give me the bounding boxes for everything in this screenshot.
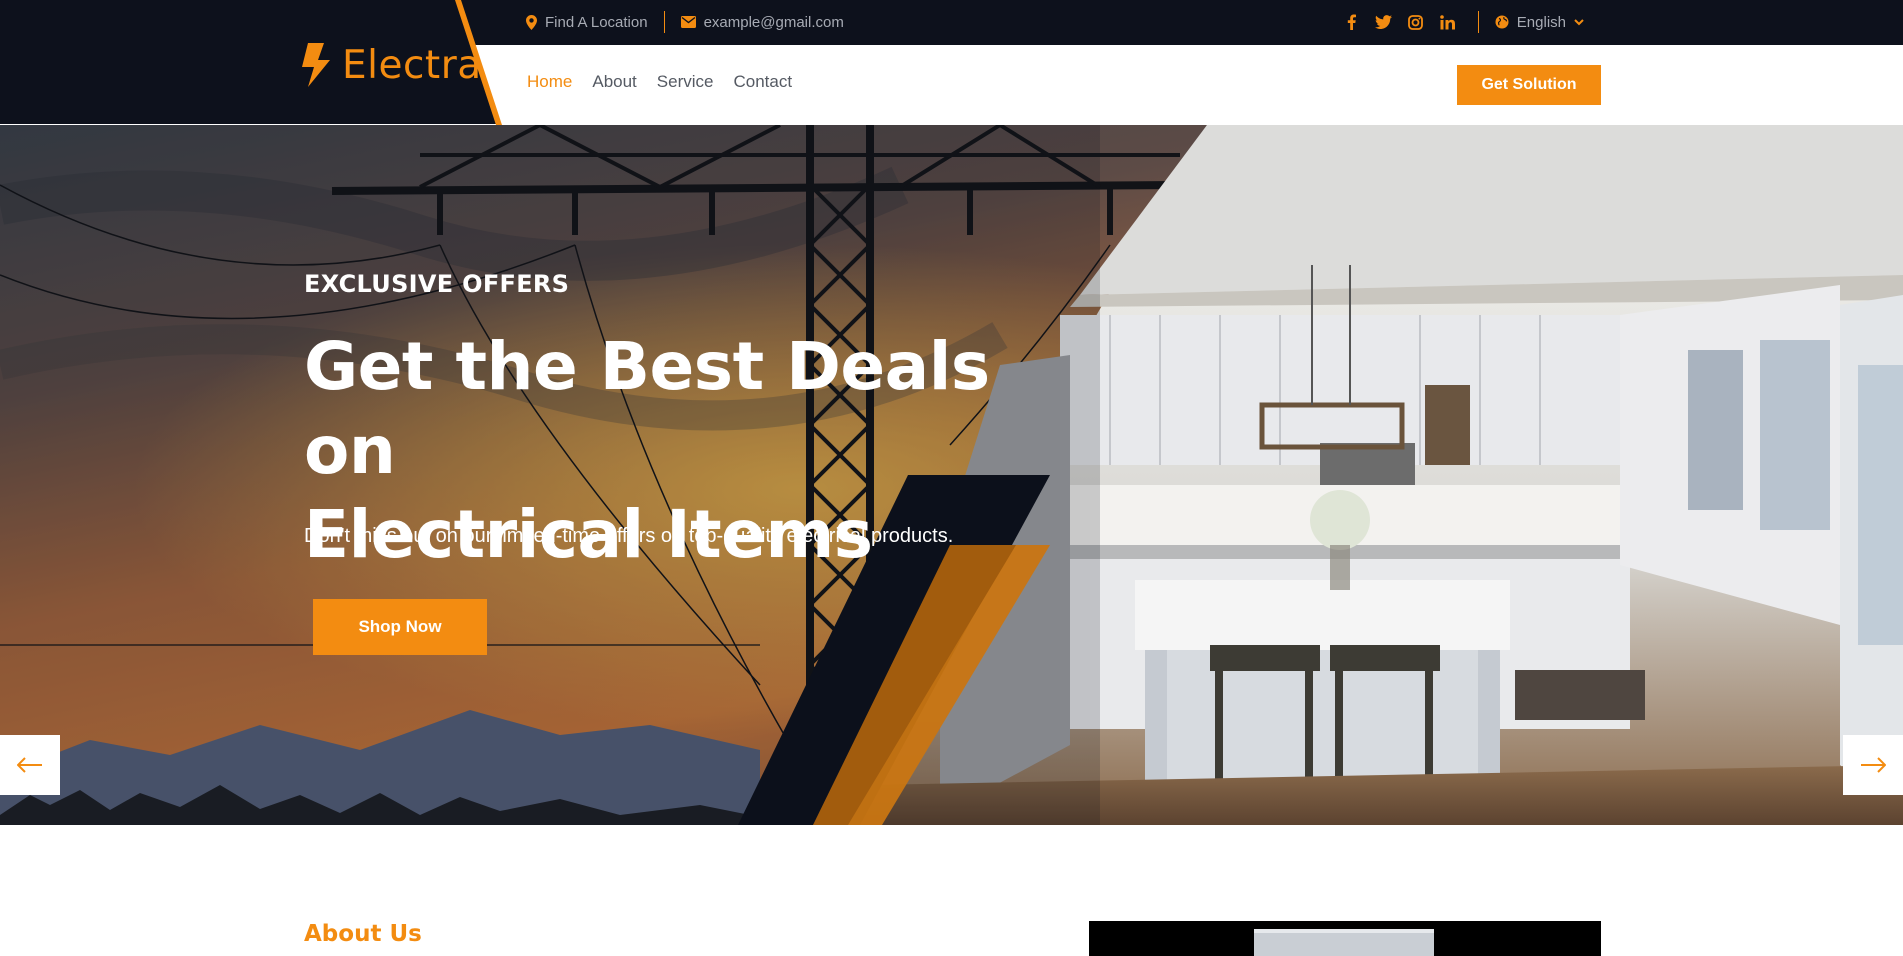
hero-content: EXCLUSIVE OFFERS Get the Best Deals on E… bbox=[304, 125, 1104, 825]
nav-service[interactable]: Service bbox=[657, 72, 714, 92]
shop-now-button[interactable]: Shop Now bbox=[313, 599, 487, 655]
hero-slider: EXCLUSIVE OFFERS Get the Best Deals on E… bbox=[0, 125, 1903, 825]
map-pin-icon bbox=[526, 14, 537, 30]
envelope-icon bbox=[680, 16, 696, 28]
about-image bbox=[1089, 921, 1601, 956]
logo[interactable]: Electra bbox=[302, 40, 482, 90]
lightning-bolt-icon bbox=[302, 43, 330, 87]
facebook-icon bbox=[1348, 14, 1357, 30]
facebook-link[interactable] bbox=[1336, 14, 1368, 30]
linkedin-icon bbox=[1440, 14, 1456, 29]
main-nav: Home About Service Contact bbox=[527, 72, 792, 92]
hero-title-line-1: Get the Best Deals on bbox=[304, 328, 990, 489]
divider bbox=[1477, 11, 1479, 33]
get-solution-button[interactable]: Get Solution bbox=[1457, 65, 1601, 105]
logo-text: Electra bbox=[342, 42, 482, 88]
about-image-panel bbox=[1254, 929, 1434, 956]
divider bbox=[663, 11, 665, 33]
top-social-language: English bbox=[1336, 10, 1584, 34]
email-item[interactable]: example@gmail.com bbox=[680, 13, 844, 31]
twitter-icon bbox=[1375, 15, 1393, 29]
page: Electra Find A Location example@gmail.co… bbox=[0, 0, 1903, 956]
hero-eyebrow: EXCLUSIVE OFFERS bbox=[304, 270, 570, 298]
location-text: Find A Location bbox=[545, 13, 648, 31]
slider-next-button[interactable] bbox=[1843, 735, 1903, 795]
chevron-down-icon bbox=[1574, 18, 1584, 25]
language-selector[interactable]: English bbox=[1495, 14, 1584, 31]
slider-prev-button[interactable] bbox=[0, 735, 60, 795]
location-item[interactable]: Find A Location bbox=[526, 14, 648, 31]
email-text: example@gmail.com bbox=[703, 13, 844, 31]
globe-icon bbox=[1495, 15, 1509, 29]
twitter-link[interactable] bbox=[1368, 15, 1400, 29]
language-label: English bbox=[1516, 13, 1566, 31]
arrow-right-icon bbox=[1861, 757, 1886, 773]
about-section-title: About Us bbox=[304, 921, 422, 947]
nav-home[interactable]: Home bbox=[527, 72, 572, 92]
instagram-icon bbox=[1408, 14, 1424, 30]
linkedin-link[interactable] bbox=[1432, 14, 1464, 30]
arrow-left-icon bbox=[17, 757, 42, 773]
nav-contact[interactable]: Contact bbox=[733, 72, 792, 92]
top-contact-info: Find A Location example@gmail.com bbox=[526, 11, 844, 33]
instagram-link[interactable] bbox=[1400, 14, 1432, 30]
hero-subtitle: Don't miss out on our limited-time offer… bbox=[304, 525, 954, 547]
nav-about[interactable]: About bbox=[592, 72, 636, 92]
